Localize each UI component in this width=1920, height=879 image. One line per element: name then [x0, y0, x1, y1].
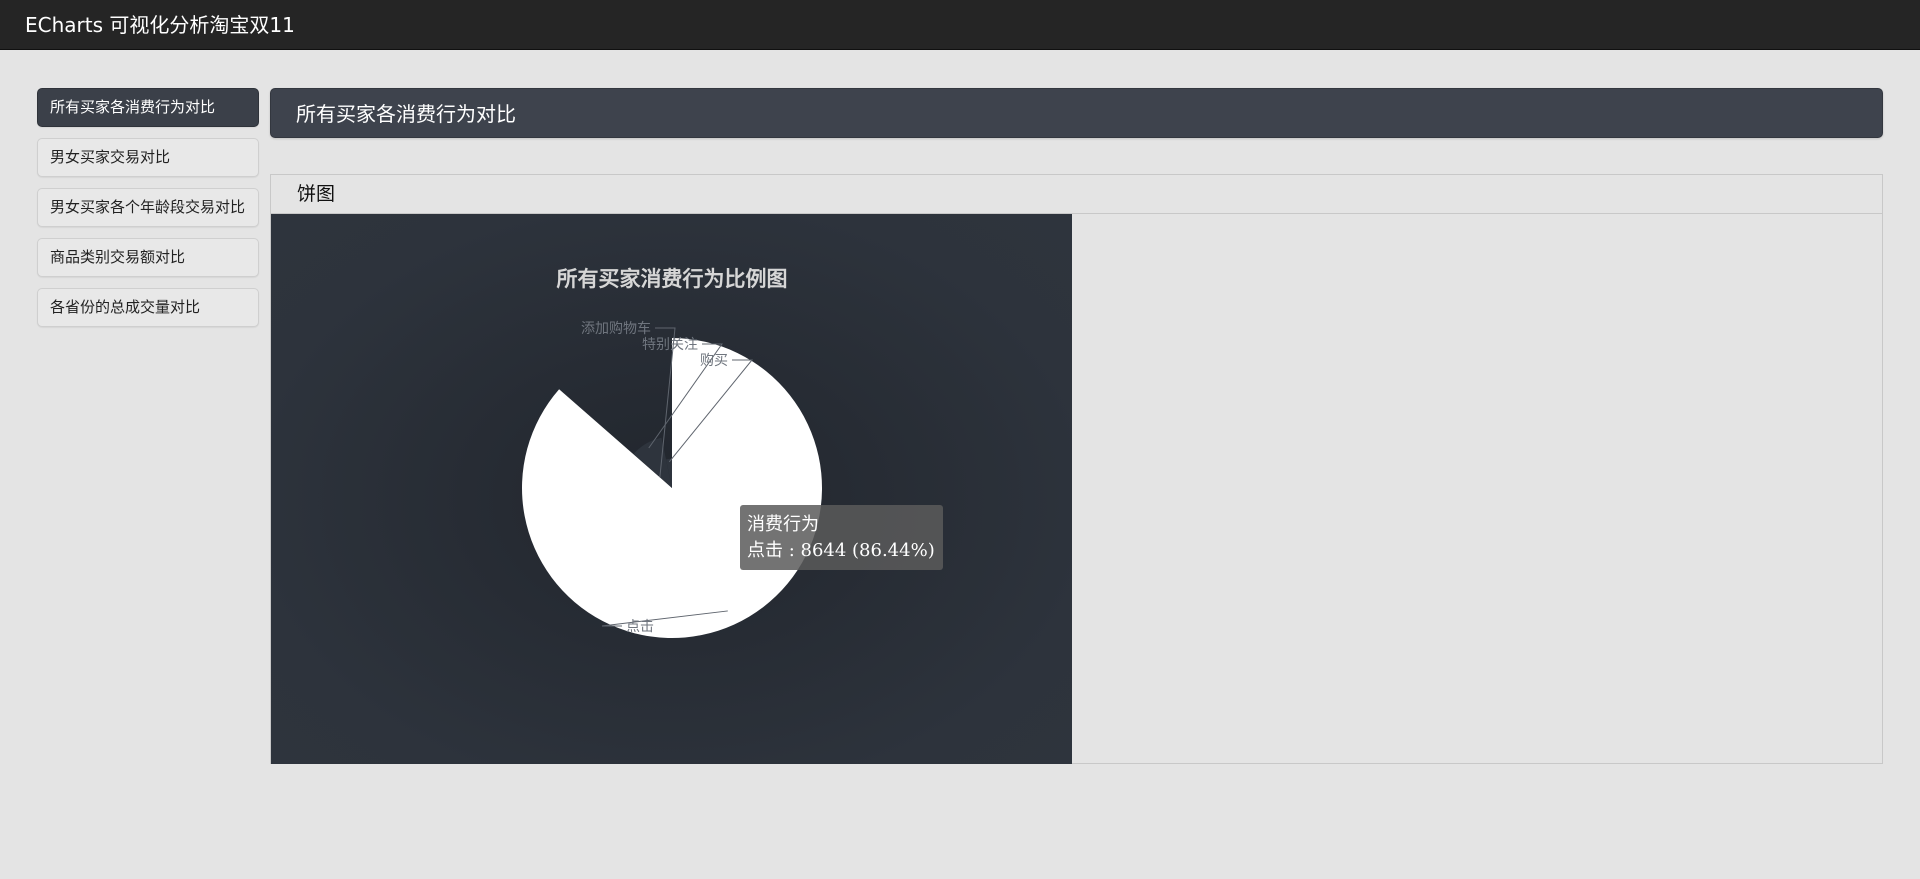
tooltip-title: 消费行为: [747, 514, 819, 535]
chart-title: 所有买家消费行为比例图: [557, 267, 788, 291]
sidebar: 所有买家各消费行为对比 男女买家交易对比 男女买家各个年龄段交易对比 商品类别交…: [37, 88, 259, 338]
sidebar-item-gender-age-transactions[interactable]: 男女买家各个年龄段交易对比: [37, 188, 259, 227]
sidebar-item-all-buyers-behavior[interactable]: 所有买家各消费行为对比: [37, 88, 259, 127]
tooltip-value: 点击 : 8644 (86.44%): [747, 540, 935, 561]
sidebar-item-category-amount[interactable]: 商品类别交易额对比: [37, 238, 259, 277]
section-header: 所有买家各消费行为对比: [270, 88, 1883, 138]
pie-label-follow: 特别关注: [642, 337, 698, 353]
sidebar-item-gender-transactions[interactable]: 男女买家交易对比: [37, 138, 259, 177]
pie-label-click: 点击: [626, 619, 654, 635]
card-header: 饼图: [271, 175, 1882, 214]
app-brand[interactable]: ECharts 可视化分析淘宝双11: [25, 12, 295, 38]
chart-tooltip: 消费行为 点击 : 8644 (86.44%): [740, 505, 943, 570]
pie-slices: [522, 338, 822, 639]
pie-chart-area: 所有买家消费行为比例图 点击 添加购物车 特别关注 购买 消费行为 点击 : 8644…: [271, 214, 1072, 764]
pie-chart: 所有买家消费行为比例图 点击 添加购物车特别关注购买: [522, 267, 822, 639]
card-title: 饼图: [297, 183, 336, 205]
pie-slice-click[interactable]: [522, 338, 822, 639]
sidebar-item-province-volume[interactable]: 各省份的总成交量对比: [37, 288, 259, 327]
pie-label-add-to-cart: 添加购物车: [581, 320, 651, 337]
pie-label-purchase: 购买: [700, 353, 728, 369]
page-title: 所有买家各消费行为对比: [296, 102, 516, 126]
chart-card: 饼图 所有买家消费行为比例图 点击 添加购物车 特别关注 购买 消费行为 点击 : 8…: [270, 174, 1883, 764]
top-navbar: ECharts 可视化分析淘宝双11: [0, 0, 1920, 50]
